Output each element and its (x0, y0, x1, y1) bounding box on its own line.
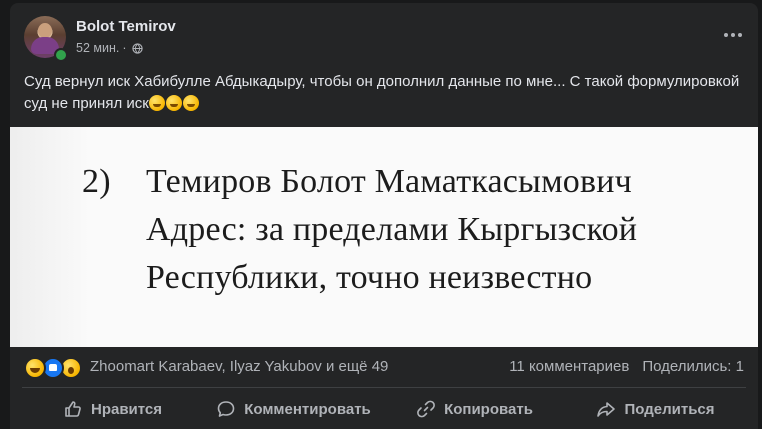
post-actions: Нравится Комментировать Копировать Подел… (22, 389, 746, 429)
copy-button[interactable]: Копировать (384, 389, 565, 429)
copy-label: Копировать (444, 400, 533, 418)
like-label: Нравится (90, 400, 163, 418)
comments-count[interactable]: 11 комментариев (509, 358, 629, 375)
more-dot (738, 33, 742, 37)
thumbs-up-icon (65, 401, 81, 417)
post-header: Bolot Temirov 52 мин. · (10, 3, 758, 65)
grimacing-face-icon (165, 95, 182, 111)
reactions-bar: Zhoomart Karabaev, Ilyaz Yakubov и ещё 4… (10, 347, 758, 387)
post-photo[interactable]: 2) Темиров Болот Маматкасымович Адрес: з… (10, 127, 758, 347)
like-button[interactable]: Нравится (22, 389, 203, 429)
actions-divider (22, 387, 746, 388)
author-name[interactable]: Bolot Temirov (76, 18, 176, 35)
post-time[interactable]: 52 мин. (76, 41, 119, 55)
comment-icon (217, 401, 235, 417)
photo-item-number: 2) (82, 163, 111, 200)
comment-label: Комментировать (244, 400, 371, 418)
link-icon (417, 400, 435, 418)
more-options-button[interactable] (720, 22, 746, 48)
share-button[interactable]: Поделиться (565, 389, 746, 429)
more-dot (724, 33, 728, 37)
share-arrow-icon (597, 402, 616, 417)
engagement-counts: 11 комментариев Поделились: 1 (509, 358, 744, 375)
photo-text-line-3: Республики, точно неизвестно (146, 259, 593, 296)
meta-separator: · (122, 41, 127, 55)
photo-text-line-1: Темиров Болот Маматкасымович (146, 163, 632, 200)
online-status-dot (54, 48, 68, 62)
photo-text-line-2: Адрес: за пределами Кыргызской (146, 211, 638, 248)
more-dot (731, 33, 735, 37)
post-card: Bolot Temirov 52 мин. · Суд вернул иск Х… (10, 3, 758, 429)
reaction-icons[interactable] (24, 357, 82, 379)
share-label: Поделиться (624, 400, 715, 418)
comment-button[interactable]: Комментировать (203, 389, 384, 429)
photo-shadow (10, 127, 90, 347)
astonished-face-icon (182, 95, 199, 111)
post-body-text: Суд вернул иск Хабибулле Абдыкадыру, что… (24, 73, 740, 112)
avatar-face (38, 23, 52, 38)
shares-count[interactable]: Поделились: 1 (642, 358, 744, 375)
post-meta: 52 мин. · (76, 41, 143, 55)
reactors-summary[interactable]: Zhoomart Karabaev, Ilyaz Yakubov и ещё 4… (90, 358, 388, 375)
grinning-face-icon (148, 95, 165, 111)
haha-reaction-icon (24, 357, 46, 379)
post-emojis (148, 95, 199, 111)
globe-icon[interactable] (131, 42, 143, 54)
post-text: Суд вернул иск Хабибулле Абдыкадыру, что… (24, 71, 744, 115)
